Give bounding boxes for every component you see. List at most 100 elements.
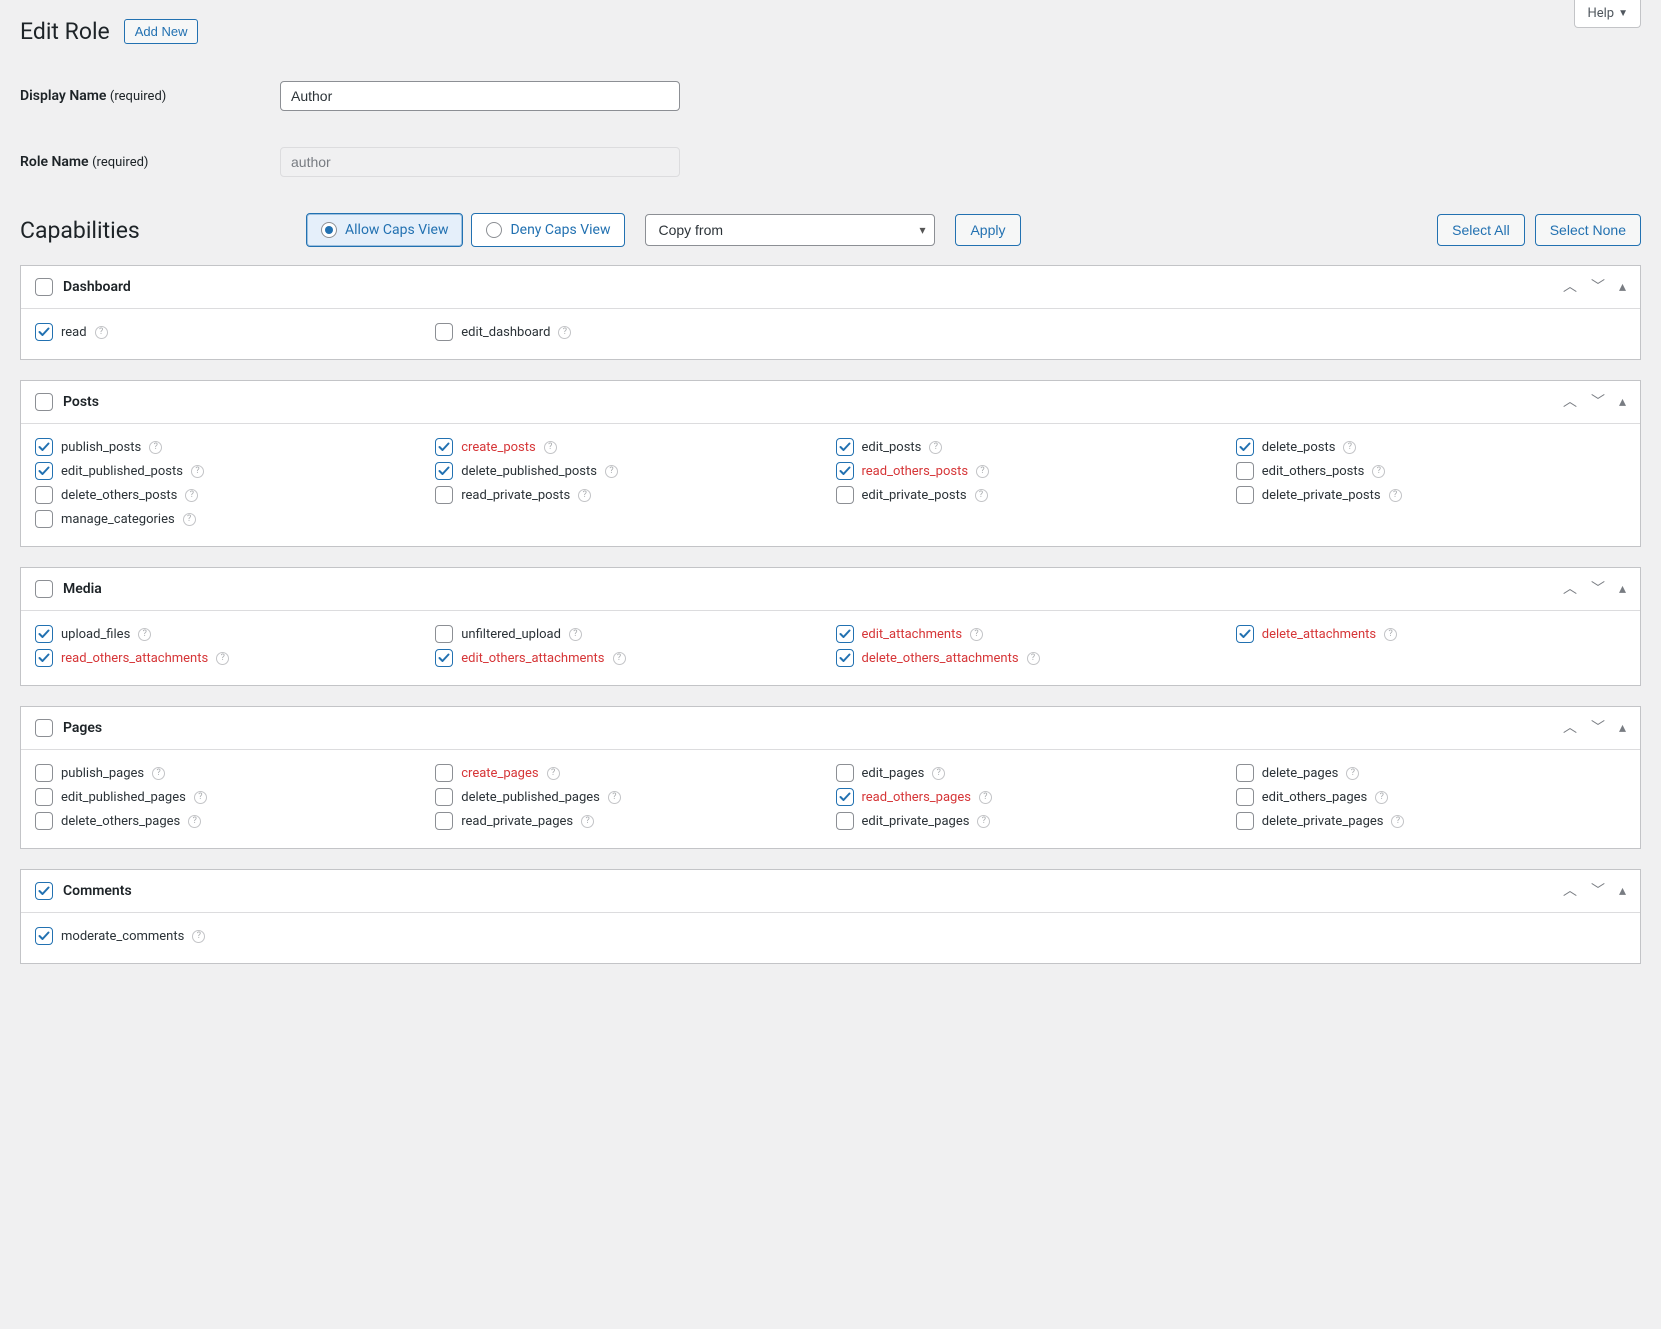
help-icon[interactable]: ? [183, 513, 196, 526]
cap-checkbox[interactable] [435, 649, 453, 667]
help-tab[interactable]: Help ▼ [1574, 0, 1641, 28]
help-icon[interactable]: ? [1384, 628, 1397, 641]
chevron-up-icon[interactable]: ︿ [1563, 582, 1577, 596]
help-icon[interactable]: ? [1372, 465, 1385, 478]
help-icon[interactable]: ? [608, 791, 621, 804]
copy-from-select[interactable]: Copy from [645, 214, 935, 246]
cap-checkbox[interactable] [435, 438, 453, 456]
chevron-up-icon[interactable]: ︿ [1563, 721, 1577, 735]
select-none-button[interactable]: Select None [1535, 214, 1641, 246]
cap-checkbox[interactable] [35, 462, 53, 480]
cap-checkbox[interactable] [35, 438, 53, 456]
help-icon[interactable]: ? [216, 652, 229, 665]
cap-checkbox[interactable] [1236, 486, 1254, 504]
help-icon[interactable]: ? [970, 628, 983, 641]
help-icon[interactable]: ? [929, 441, 942, 454]
cap-checkbox[interactable] [1236, 438, 1254, 456]
cap-checkbox[interactable] [1236, 462, 1254, 480]
collapse-icon[interactable]: ▴ [1619, 582, 1626, 596]
cap-checkbox[interactable] [1236, 625, 1254, 643]
cap-checkbox[interactable] [35, 649, 53, 667]
help-icon[interactable]: ? [192, 930, 205, 943]
chevron-down-icon[interactable]: ﹀ [1591, 884, 1605, 898]
collapse-icon[interactable]: ▴ [1619, 395, 1626, 409]
cap-checkbox[interactable] [836, 788, 854, 806]
display-name-input[interactable] [280, 81, 680, 111]
cap-checkbox[interactable] [35, 625, 53, 643]
cap-checkbox[interactable] [435, 812, 453, 830]
cap-checkbox[interactable] [435, 486, 453, 504]
select-all-button[interactable]: Select All [1437, 214, 1525, 246]
cap-checkbox[interactable] [836, 764, 854, 782]
cap-checkbox[interactable] [836, 486, 854, 504]
cap-checkbox[interactable] [435, 788, 453, 806]
help-icon[interactable]: ? [558, 326, 571, 339]
help-icon[interactable]: ? [932, 767, 945, 780]
chevron-down-icon[interactable]: ﹀ [1591, 721, 1605, 735]
section-checkbox[interactable] [35, 882, 53, 900]
cap-checkbox[interactable] [836, 625, 854, 643]
cap-label: edit_attachments [862, 627, 963, 642]
chevron-up-icon[interactable]: ︿ [1563, 884, 1577, 898]
deny-caps-view-button[interactable]: Deny Caps View [471, 213, 625, 247]
cap-checkbox[interactable] [836, 438, 854, 456]
cap-checkbox[interactable] [35, 812, 53, 830]
help-icon[interactable]: ? [581, 815, 594, 828]
help-icon[interactable]: ? [1391, 815, 1404, 828]
cap-checkbox[interactable] [35, 323, 53, 341]
help-icon[interactable]: ? [977, 815, 990, 828]
help-icon[interactable]: ? [613, 652, 626, 665]
help-icon[interactable]: ? [569, 628, 582, 641]
help-icon[interactable]: ? [191, 465, 204, 478]
section-checkbox[interactable] [35, 719, 53, 737]
cap-checkbox[interactable] [435, 625, 453, 643]
help-icon[interactable]: ? [138, 628, 151, 641]
cap-checkbox[interactable] [836, 462, 854, 480]
add-new-button[interactable]: Add New [124, 19, 199, 44]
section-checkbox[interactable] [35, 278, 53, 296]
cap-checkbox[interactable] [1236, 812, 1254, 830]
help-icon[interactable]: ? [185, 489, 198, 502]
help-icon[interactable]: ? [544, 441, 557, 454]
cap-checkbox[interactable] [35, 788, 53, 806]
help-icon[interactable]: ? [188, 815, 201, 828]
help-icon[interactable]: ? [976, 465, 989, 478]
help-icon[interactable]: ? [975, 489, 988, 502]
collapse-icon[interactable]: ▴ [1619, 721, 1626, 735]
cap-checkbox[interactable] [836, 649, 854, 667]
chevron-down-icon[interactable]: ﹀ [1591, 582, 1605, 596]
help-icon[interactable]: ? [979, 791, 992, 804]
cap-checkbox[interactable] [35, 510, 53, 528]
cap-checkbox[interactable] [1236, 788, 1254, 806]
cap-checkbox[interactable] [836, 812, 854, 830]
chevron-down-icon[interactable]: ﹀ [1591, 280, 1605, 294]
help-icon[interactable]: ? [578, 489, 591, 502]
chevron-up-icon[interactable]: ︿ [1563, 395, 1577, 409]
chevron-down-icon[interactable]: ﹀ [1591, 395, 1605, 409]
help-icon[interactable]: ? [1389, 489, 1402, 502]
apply-button[interactable]: Apply [955, 214, 1020, 246]
cap-checkbox[interactable] [1236, 764, 1254, 782]
help-icon[interactable]: ? [547, 767, 560, 780]
help-icon[interactable]: ? [152, 767, 165, 780]
section-checkbox[interactable] [35, 393, 53, 411]
allow-caps-view-button[interactable]: Allow Caps View [306, 213, 463, 247]
cap-checkbox[interactable] [35, 927, 53, 945]
help-icon[interactable]: ? [605, 465, 618, 478]
collapse-icon[interactable]: ▴ [1619, 884, 1626, 898]
help-icon[interactable]: ? [149, 441, 162, 454]
cap-checkbox[interactable] [435, 323, 453, 341]
help-icon[interactable]: ? [95, 326, 108, 339]
help-icon[interactable]: ? [1346, 767, 1359, 780]
help-icon[interactable]: ? [194, 791, 207, 804]
cap-checkbox[interactable] [435, 462, 453, 480]
help-icon[interactable]: ? [1343, 441, 1356, 454]
help-icon[interactable]: ? [1027, 652, 1040, 665]
help-icon[interactable]: ? [1375, 791, 1388, 804]
chevron-up-icon[interactable]: ︿ [1563, 280, 1577, 294]
cap-checkbox[interactable] [35, 764, 53, 782]
collapse-icon[interactable]: ▴ [1619, 280, 1626, 294]
cap-checkbox[interactable] [35, 486, 53, 504]
section-checkbox[interactable] [35, 580, 53, 598]
cap-checkbox[interactable] [435, 764, 453, 782]
